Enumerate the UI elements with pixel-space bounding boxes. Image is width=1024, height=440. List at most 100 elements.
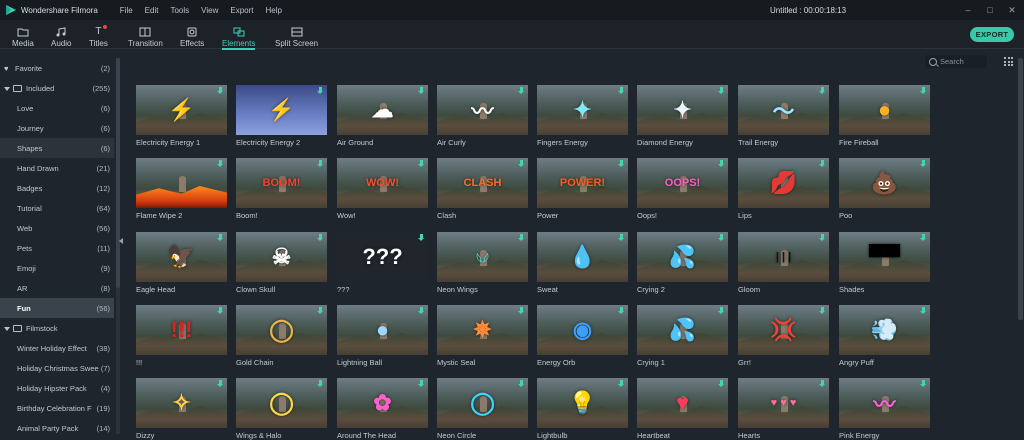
menu-edit[interactable]: Edit bbox=[145, 6, 159, 15]
collapse-sidebar-arrow-icon[interactable] bbox=[119, 238, 123, 244]
sidebar-item-hand-drawn[interactable]: Hand Drawn (21) bbox=[0, 158, 114, 178]
download-icon[interactable] bbox=[418, 234, 425, 242]
element-tile[interactable]: 〰 Air Curly bbox=[437, 85, 528, 147]
element-tile[interactable]: 💧 Sweat bbox=[537, 232, 628, 294]
sidebar-item-badges[interactable]: Badges (12) bbox=[0, 178, 114, 198]
element-tile[interactable]: ✿ Around The Head bbox=[337, 378, 428, 440]
download-icon[interactable] bbox=[718, 160, 725, 168]
close-icon[interactable]: ✕ bbox=[1002, 0, 1022, 20]
element-tile[interactable]: Flame Wipe 2 bbox=[136, 158, 227, 220]
element-thumbnail[interactable]: 💦 bbox=[637, 305, 728, 355]
element-thumbnail[interactable]: 💧 bbox=[537, 232, 628, 282]
element-thumbnail[interactable]: 💨 bbox=[839, 305, 930, 355]
element-tile[interactable]: 💦 Crying 1 bbox=[637, 305, 728, 367]
element-tile[interactable]: ⚡ Electricity Energy 2 bbox=[236, 85, 327, 147]
sidebar-item-shapes[interactable]: Shapes (6) bbox=[0, 138, 114, 158]
search-box[interactable] bbox=[925, 55, 987, 68]
element-tile[interactable]: 💨 Angry Puff bbox=[839, 305, 930, 367]
download-icon[interactable] bbox=[217, 87, 224, 95]
tab-audio[interactable]: Audio bbox=[51, 22, 71, 48]
element-thumbnail[interactable]: ✦ bbox=[537, 85, 628, 135]
download-icon[interactable] bbox=[718, 87, 725, 95]
tab-elements[interactable]: Elements bbox=[222, 22, 256, 50]
element-thumbnail[interactable]: ◉ bbox=[537, 305, 628, 355]
download-icon[interactable] bbox=[819, 307, 826, 315]
element-thumbnail[interactable]: 💡 bbox=[537, 378, 628, 428]
download-icon[interactable] bbox=[819, 160, 826, 168]
element-tile[interactable]: OOPS! Oops! bbox=[637, 158, 728, 220]
element-thumbnail[interactable]: ◯ bbox=[236, 378, 327, 428]
download-icon[interactable] bbox=[718, 234, 725, 242]
element-thumbnail[interactable]: OOPS! bbox=[637, 158, 728, 208]
element-tile[interactable]: 💩 Poo bbox=[839, 158, 930, 220]
element-tile[interactable]: ☠ Clown Skull bbox=[236, 232, 327, 294]
element-tile[interactable]: | | | Gloom bbox=[738, 232, 829, 294]
element-tile[interactable]: ✧ Dizzy bbox=[136, 378, 227, 440]
element-thumbnail[interactable]: 💢 bbox=[738, 305, 829, 355]
element-thumbnail[interactable]: ▀▀ bbox=[839, 232, 930, 282]
element-thumbnail[interactable]: 𓆩𓆪 bbox=[437, 232, 528, 282]
element-thumbnail[interactable]: ✧ bbox=[136, 378, 227, 428]
sidebar-item-pets[interactable]: Pets (11) bbox=[0, 238, 114, 258]
download-icon[interactable] bbox=[418, 380, 425, 388]
download-icon[interactable] bbox=[217, 307, 224, 315]
element-tile[interactable]: ?????? bbox=[337, 232, 428, 294]
element-tile[interactable]: CLASH Clash bbox=[437, 158, 528, 220]
element-thumbnail[interactable]: 💦 bbox=[637, 232, 728, 282]
sidebar-item-holiday-christmas-swee[interactable]: Holiday Christmas Swee (7) bbox=[0, 358, 114, 378]
download-icon[interactable] bbox=[618, 87, 625, 95]
element-thumbnail[interactable]: 🦅 bbox=[136, 232, 227, 282]
download-icon[interactable] bbox=[920, 87, 927, 95]
menu-view[interactable]: View bbox=[201, 6, 218, 15]
element-thumbnail[interactable]: 〜 bbox=[738, 85, 829, 135]
download-icon[interactable] bbox=[618, 380, 625, 388]
expand-caret-icon[interactable] bbox=[4, 86, 10, 91]
sidebar-item-love[interactable]: Love (6) bbox=[0, 98, 114, 118]
download-icon[interactable] bbox=[317, 380, 324, 388]
menu-file[interactable]: File bbox=[120, 6, 133, 15]
element-tile[interactable]: ◉ Energy Orb bbox=[537, 305, 628, 367]
tab-transition[interactable]: Transition bbox=[128, 22, 163, 48]
element-thumbnail[interactable]: 💋 bbox=[738, 158, 829, 208]
element-tile[interactable]: ⚡ Electricity Energy 1 bbox=[136, 85, 227, 147]
sidebar-item-ar[interactable]: AR (8) bbox=[0, 278, 114, 298]
element-tile[interactable]: 𓆩𓆪 Neon Wings bbox=[437, 232, 528, 294]
element-thumbnail[interactable]: ◯ bbox=[437, 378, 528, 428]
element-tile[interactable]: ☁ Air Ground bbox=[337, 85, 428, 147]
download-icon[interactable] bbox=[718, 380, 725, 388]
tab-media[interactable]: Media bbox=[12, 22, 34, 48]
element-tile[interactable]: ● Fire Fireball bbox=[839, 85, 930, 147]
download-icon[interactable] bbox=[317, 307, 324, 315]
download-icon[interactable] bbox=[518, 307, 525, 315]
element-tile[interactable]: 〰 Pink Energy bbox=[839, 378, 930, 440]
element-thumbnail[interactable]: ⚡ bbox=[236, 85, 327, 135]
element-tile[interactable]: 〜 Trail Energy bbox=[738, 85, 829, 147]
element-tile[interactable]: 💢 Grr! bbox=[738, 305, 829, 367]
element-thumbnail[interactable]: POWER! bbox=[537, 158, 628, 208]
sidebar-item-tutorial[interactable]: Tutorial (64) bbox=[0, 198, 114, 218]
element-thumbnail[interactable]: 〰 bbox=[839, 378, 930, 428]
element-tile[interactable]: POWER! Power bbox=[537, 158, 628, 220]
element-tile[interactable]: ◯ Wings & Halo bbox=[236, 378, 327, 440]
sidebar-item-favorite[interactable]: ♥ Favorite (2) bbox=[0, 58, 114, 78]
download-icon[interactable] bbox=[317, 87, 324, 95]
download-icon[interactable] bbox=[518, 380, 525, 388]
download-icon[interactable] bbox=[418, 307, 425, 315]
element-thumbnail[interactable]: ✿ bbox=[337, 378, 428, 428]
expand-caret-icon[interactable] bbox=[4, 326, 10, 331]
menu-export[interactable]: Export bbox=[230, 6, 253, 15]
element-thumbnail[interactable]: ♥ bbox=[637, 378, 728, 428]
element-thumbnail[interactable]: WOW! bbox=[337, 158, 428, 208]
download-icon[interactable] bbox=[920, 160, 927, 168]
element-thumbnail[interactable]: | | | bbox=[738, 232, 829, 282]
download-icon[interactable] bbox=[418, 160, 425, 168]
download-icon[interactable] bbox=[217, 160, 224, 168]
download-icon[interactable] bbox=[920, 234, 927, 242]
grid-scrollbar-thumb[interactable] bbox=[1018, 58, 1023, 320]
tab-titles[interactable]: T Titles bbox=[89, 22, 108, 48]
element-thumbnail[interactable]: ☁ bbox=[337, 85, 428, 135]
download-icon[interactable] bbox=[819, 87, 826, 95]
sidebar-item-birthday-celebration-f[interactable]: Birthday Celebration F (19) bbox=[0, 398, 114, 418]
tab-effects[interactable]: Effects bbox=[180, 22, 204, 48]
download-icon[interactable] bbox=[819, 234, 826, 242]
